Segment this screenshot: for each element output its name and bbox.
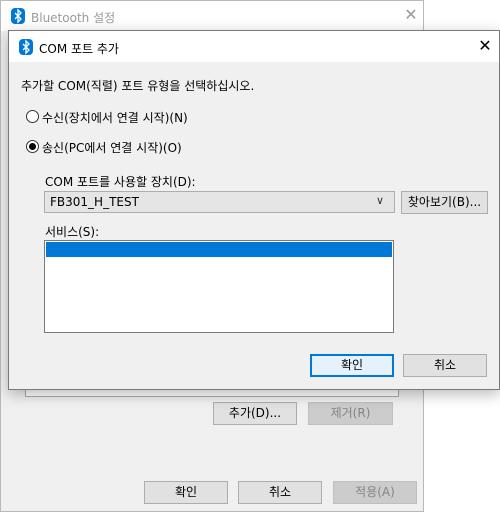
device-dropdown[interactable]: FB301_H_TEST ∨	[44, 191, 395, 213]
close-icon[interactable]: ✕	[401, 5, 421, 25]
bluetooth-icon	[19, 39, 33, 55]
bluetooth-settings-titlebar: Bluetooth 설정 ✕	[1, 1, 423, 31]
browse-button[interactable]: 찾아보기(B)...	[401, 191, 488, 214]
remove-com-port-button: 제거(R)	[308, 402, 393, 425]
settings-apply-button: 적용(A)	[333, 481, 417, 504]
device-dropdown-value: FB301_H_TEST	[50, 195, 139, 209]
outgoing-radio-option[interactable]: 송신(PC에서 연결 시작)(O)	[26, 139, 226, 155]
close-icon[interactable]: ✕	[475, 36, 495, 56]
outgoing-radio-label[interactable]: 송신(PC에서 연결 시작)(O)	[42, 139, 182, 156]
dialog-cancel-button[interactable]: 취소	[403, 354, 487, 377]
services-selected-row[interactable]	[46, 242, 392, 257]
incoming-radio-option[interactable]: 수신(장치에서 연결 시작)(N)	[26, 109, 226, 125]
dialog-titlebar: COM 포트 추가 ✕	[9, 31, 499, 62]
bluetooth-icon	[11, 8, 25, 24]
instruction-text: 추가할 COM(직렬) 포트 유형을 선택하십시오.	[21, 79, 255, 93]
port-device-label: COM 포트를 사용할 장치(D):	[45, 175, 196, 189]
incoming-radio-label[interactable]: 수신(장치에서 연결 시작)(N)	[42, 109, 188, 126]
services-list[interactable]	[44, 240, 394, 333]
add-com-port-button[interactable]: 추가(D)...	[213, 402, 297, 425]
services-label: 서비스(S):	[45, 225, 100, 239]
add-com-port-dialog: COM 포트 추가 ✕ 추가할 COM(직렬) 포트 유형을 선택하십시오. 수…	[8, 30, 500, 390]
settings-ok-button[interactable]: 확인	[144, 481, 228, 504]
chevron-down-icon: ∨	[376, 194, 385, 207]
incoming-radio[interactable]	[26, 110, 39, 123]
outgoing-radio[interactable]	[26, 140, 39, 153]
bluetooth-settings-title: Bluetooth 설정	[31, 11, 116, 25]
settings-cancel-button[interactable]: 취소	[238, 481, 322, 504]
dialog-title: COM 포트 추가	[39, 42, 119, 56]
dialog-ok-button[interactable]: 확인	[310, 354, 394, 377]
